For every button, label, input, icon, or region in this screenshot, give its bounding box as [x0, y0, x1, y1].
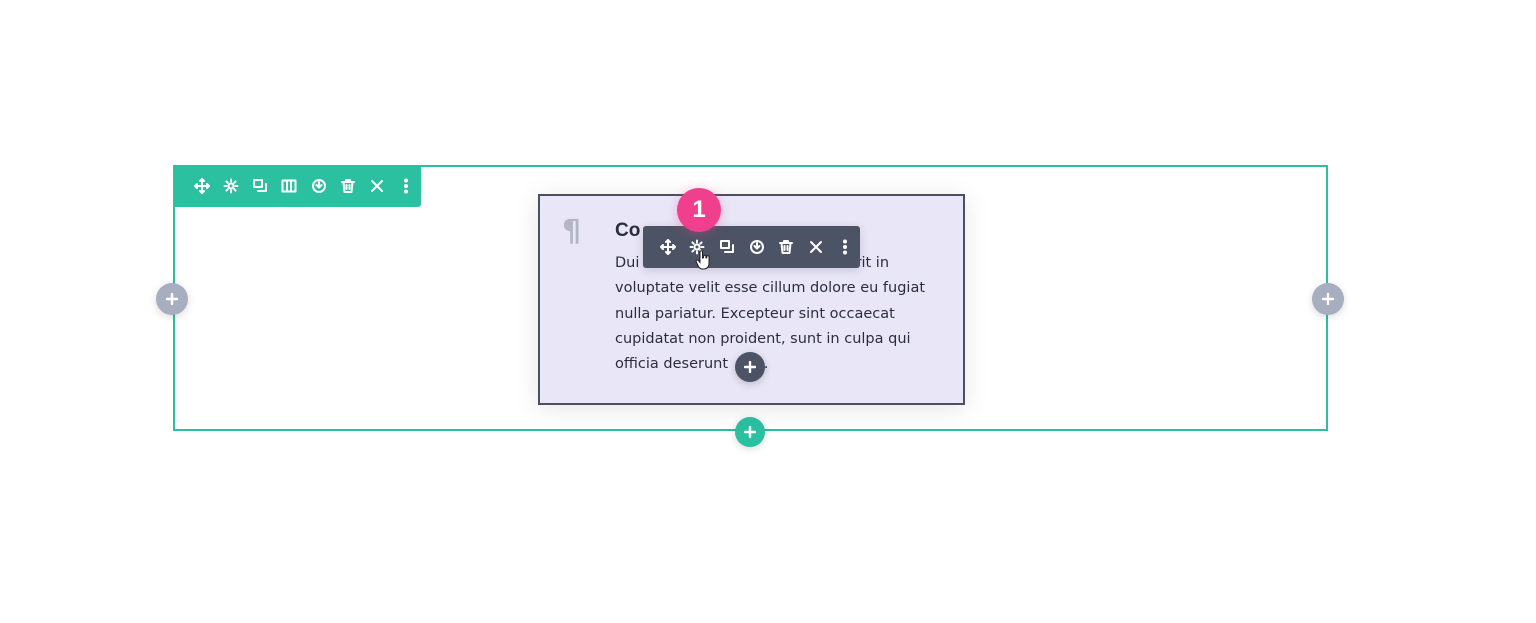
- row-move-button[interactable]: [187, 171, 216, 201]
- row-more-button[interactable]: [392, 171, 421, 201]
- row-duplicate-button[interactable]: [246, 171, 275, 201]
- body-line: nulla pariatur. Excepteur sint occaecat: [615, 305, 895, 322]
- module-move-button[interactable]: [653, 232, 683, 262]
- plus-icon: [744, 361, 756, 373]
- add-column-right-button[interactable]: [1312, 283, 1344, 315]
- body-line: cupidatat non proident, sunt in culpa qu…: [615, 330, 911, 347]
- row-toolbar: [173, 165, 421, 207]
- more-icon: [843, 239, 848, 255]
- save-icon: [749, 240, 764, 254]
- paragraph-icon: ¶: [562, 214, 582, 249]
- row-close-button[interactable]: [363, 171, 392, 201]
- more-icon: [404, 178, 409, 194]
- add-column-left-button[interactable]: [156, 283, 188, 315]
- add-row-button[interactable]: [735, 417, 765, 447]
- row-delete-button[interactable]: [333, 171, 362, 201]
- plus-icon: [166, 293, 178, 305]
- module-more-button[interactable]: [830, 232, 860, 262]
- duplicate-icon: [719, 240, 734, 253]
- module-delete-button[interactable]: [771, 232, 801, 262]
- row-settings-button[interactable]: [216, 171, 245, 201]
- trash-icon: [340, 179, 355, 193]
- module-toolbar: [643, 226, 860, 268]
- module-duplicate-button[interactable]: [712, 232, 742, 262]
- body-line: voluptate velit esse cillum dolore eu fu…: [615, 280, 926, 297]
- row-save-button[interactable]: [304, 171, 333, 201]
- module-body-text: Dui derit in voluptate velit esse cillum …: [615, 251, 955, 377]
- move-icon: [193, 178, 210, 194]
- close-icon: [371, 180, 384, 192]
- add-module-button[interactable]: [735, 352, 765, 382]
- save-icon: [311, 179, 326, 193]
- module-title: Co: [615, 220, 641, 241]
- step-badge: 1: [677, 188, 721, 232]
- gear-icon: [223, 178, 239, 194]
- body-line: officia deseruntlit.: [615, 356, 768, 373]
- plus-icon: [1322, 293, 1334, 305]
- hand-cursor-icon: [695, 250, 710, 270]
- row-columns-button[interactable]: [275, 171, 304, 201]
- plus-icon: [744, 426, 756, 438]
- trash-icon: [779, 240, 794, 254]
- columns-icon: [281, 179, 297, 193]
- module-save-button[interactable]: [742, 232, 772, 262]
- duplicate-icon: [253, 179, 268, 192]
- close-icon: [809, 241, 822, 253]
- move-icon: [659, 239, 676, 255]
- module-close-button[interactable]: [801, 232, 831, 262]
